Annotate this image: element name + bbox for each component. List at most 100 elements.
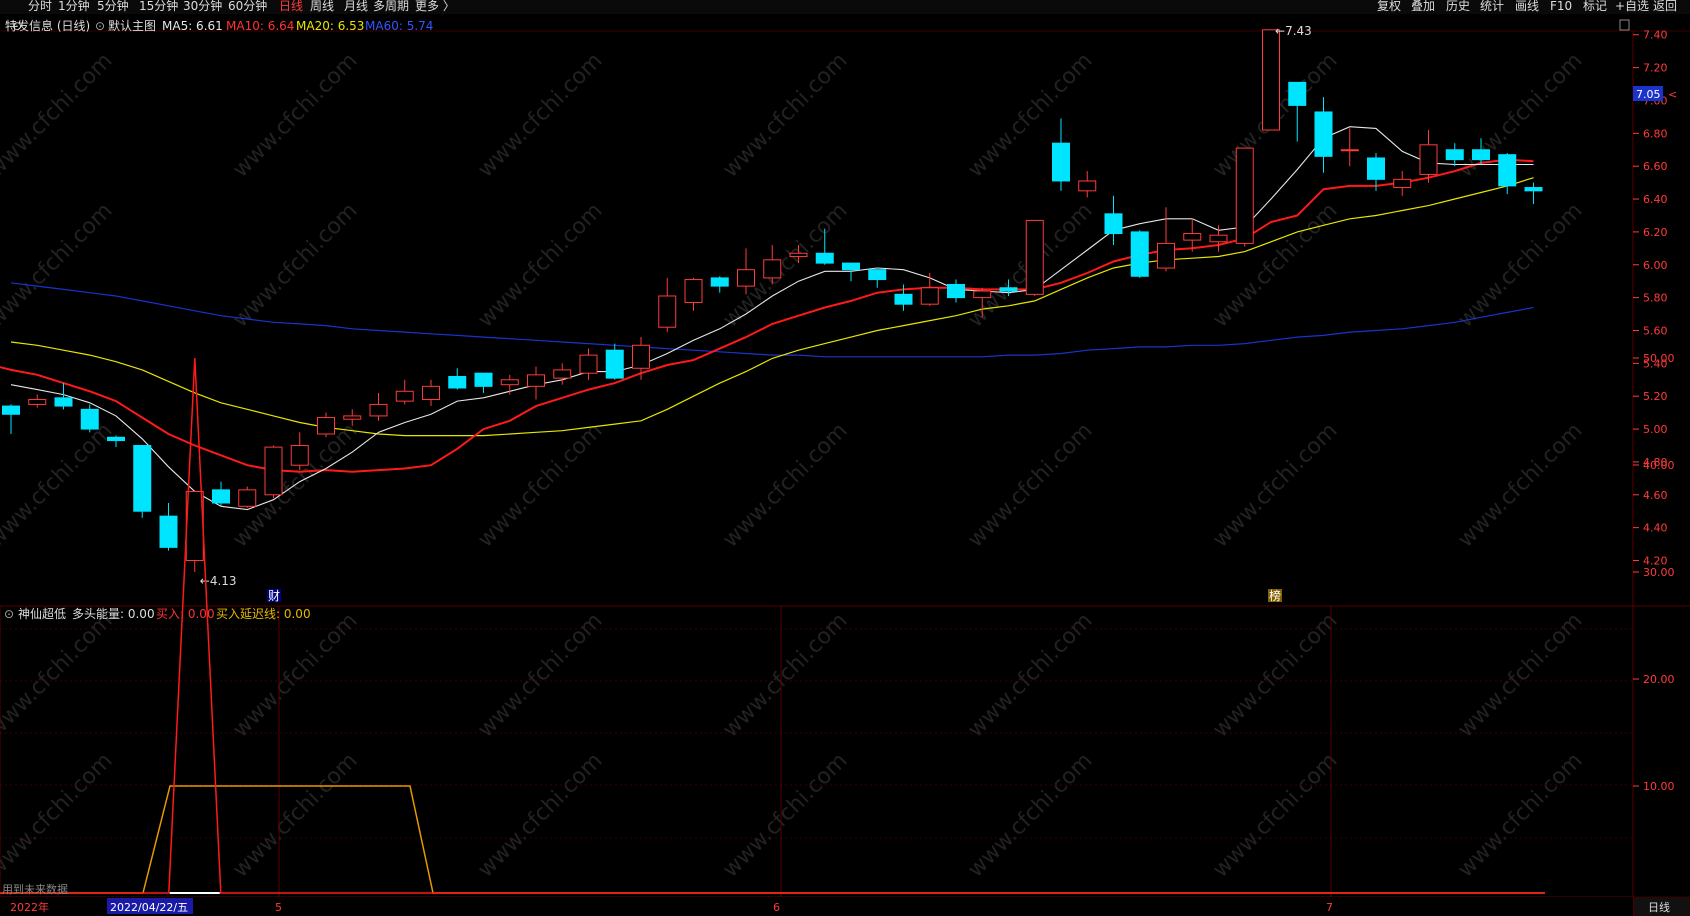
candle-body: [1472, 149, 1490, 161]
candle-body: [1419, 144, 1438, 175]
month-5-label: 5: [275, 901, 282, 914]
candle-body: [133, 444, 152, 512]
template-label[interactable]: 默认主图: [108, 18, 156, 33]
ma5-label: MA5: 6.61: [162, 19, 223, 33]
candle-body: [238, 489, 257, 507]
candle-body: [28, 398, 47, 405]
period-tab-5[interactable]: 60分钟: [228, 0, 267, 12]
watermark-layer: www.cfchi.com www.cfchi.com www.cfchi.com w…: [0, 48, 1588, 882]
indicator-name[interactable]: 神仙超低: [18, 606, 66, 621]
candle-body: [999, 287, 1018, 292]
sub-tick-label: 20.00: [1643, 673, 1675, 686]
candle-body: [317, 417, 335, 435]
candle-body: [2, 405, 20, 415]
candle-body: [868, 269, 887, 281]
period-tab[interactable]: 日线: [1648, 900, 1670, 914]
price-tick-label: 6.00: [1643, 259, 1668, 272]
price-tick-label: 6.60: [1643, 160, 1668, 173]
tool-button-3[interactable]: 统计: [1480, 0, 1504, 12]
candle-body: [815, 252, 834, 264]
candle-body: [290, 444, 309, 466]
candle-body: [763, 259, 782, 279]
sub-tick-label: 40.00: [1643, 459, 1675, 472]
tool-button-0[interactable]: 复权: [1377, 0, 1401, 12]
tool-button-6[interactable]: 标记: [1583, 0, 1607, 12]
candle: [317, 412, 335, 438]
candle-body: [54, 397, 73, 407]
candle-body: [894, 293, 913, 305]
period-tab-9[interactable]: 多周期: [373, 0, 409, 12]
tool-button-5[interactable]: F10: [1550, 0, 1572, 12]
candle-body: [1052, 142, 1070, 182]
price-tick-label: 5.80: [1643, 292, 1668, 305]
candle: [842, 262, 860, 282]
period-tab-8[interactable]: 月线: [344, 0, 368, 12]
watermark-text: www.cfchi.com: [473, 198, 607, 332]
period-tab-4[interactable]: 30分钟: [183, 0, 222, 12]
candle-body: [1104, 213, 1123, 235]
candle: [1419, 130, 1438, 183]
candle: [448, 368, 467, 390]
candle-body: [1393, 178, 1412, 189]
tool-button-4[interactable]: 画线: [1515, 0, 1539, 12]
candle: [1130, 230, 1149, 278]
low-price-value: 4.13: [210, 574, 237, 588]
tool-button-2[interactable]: 历史: [1446, 0, 1470, 12]
watermark-text: www.cfchi.com: [963, 748, 1097, 882]
candle-body: [1288, 81, 1307, 106]
watermark-text: www.cfchi.com: [0, 198, 118, 332]
candle: [159, 502, 178, 551]
candle-body: [684, 279, 703, 304]
period-toolbar: 分时 1分钟 5分钟 15分钟 30分钟 60分钟 日线 周线 月线 多周期 更多 〉 复权 叠加 历史统…: [0, 0, 1690, 14]
candle-body: [527, 374, 545, 387]
candle: [238, 486, 257, 508]
watermark-text: www.cfchi.com: [1208, 748, 1342, 882]
period-tab-6[interactable]: 日线: [279, 0, 303, 12]
candle-body: [710, 277, 729, 287]
sub-collapse-icon[interactable]: ⊙: [4, 607, 14, 621]
event-bang-label[interactable]: 榜: [1269, 588, 1281, 603]
watermark-text: www.cfchi.com: [718, 748, 852, 882]
maximize-icon[interactable]: [1619, 19, 1630, 31]
candle: [947, 279, 965, 303]
period-tab-2[interactable]: 5分钟: [97, 0, 129, 12]
candle-body: [1498, 154, 1517, 187]
candle-body: [658, 295, 677, 328]
indicator-axis: 50.00 40.00 30.00 20.00 10.00: [1633, 352, 1675, 793]
template-icon[interactable]: ⊙: [95, 19, 105, 33]
watermark-text: www.cfchi.com: [473, 748, 607, 882]
candle: [1025, 219, 1044, 296]
watermark-text: www.cfchi.com: [0, 748, 118, 882]
candle-body: [343, 415, 362, 420]
candle: [579, 348, 598, 380]
period-tab-7[interactable]: 周线: [310, 0, 334, 12]
candle-body: [80, 408, 99, 430]
watermark-text: www.cfchi.com: [718, 198, 852, 332]
price-tick-label: 4.40: [1643, 522, 1668, 535]
period-tab-0[interactable]: 分时: [28, 0, 52, 12]
tool-button-8[interactable]: 返回: [1653, 0, 1677, 12]
watermark-text: www.cfchi.com: [0, 418, 118, 552]
period-tab-1[interactable]: 1分钟: [58, 0, 90, 12]
stock-title[interactable]: 特发信息 (日线): [5, 18, 90, 33]
tool-button-1[interactable]: 叠加: [1411, 0, 1435, 12]
tool-button-7[interactable]: +自选: [1615, 0, 1649, 12]
month-7-label: 7: [1326, 901, 1333, 914]
current-price-value: 7.05: [1636, 88, 1661, 101]
period-tab-10[interactable]: 更多 〉: [415, 0, 455, 12]
event-cai-label[interactable]: 财: [268, 589, 280, 603]
candle: [1078, 171, 1097, 198]
candle: [422, 379, 440, 407]
candle: [2, 404, 20, 434]
watermark-text: www.cfchi.com: [0, 608, 118, 742]
candle: [1393, 171, 1412, 196]
period-tab-3[interactable]: 15分钟: [139, 0, 178, 12]
candle-body: [920, 287, 939, 305]
candle: [1524, 182, 1543, 204]
candle-body: [842, 262, 860, 271]
candle-body: [1183, 233, 1202, 241]
candle-body: [1157, 242, 1175, 269]
watermark-text: www.cfchi.com: [963, 48, 1097, 182]
future-data-note: 用到未来数据: [2, 882, 68, 896]
candle-body: [1025, 219, 1044, 295]
